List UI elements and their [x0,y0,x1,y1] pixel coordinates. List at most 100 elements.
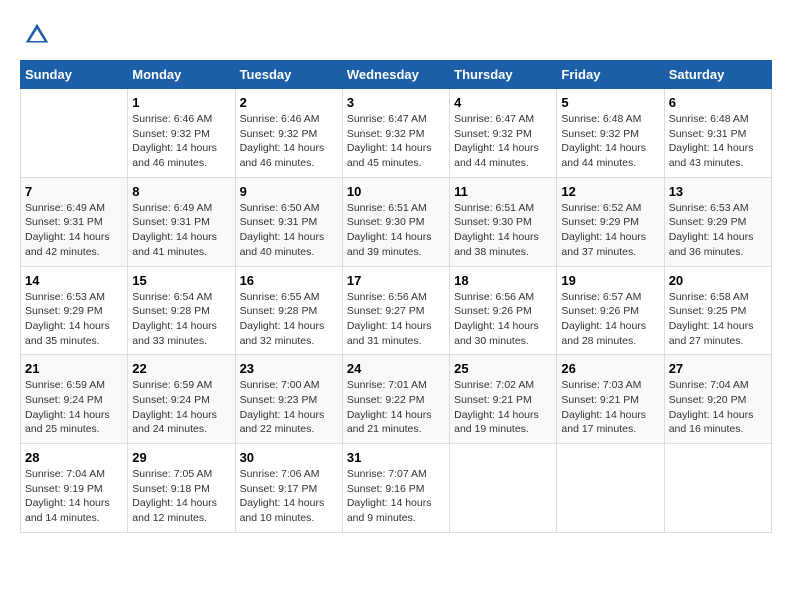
calendar-cell: 23 Sunrise: 7:00 AM Sunset: 9:23 PM Dayli… [235,355,342,444]
calendar-table: SundayMondayTuesdayWednesdayThursdayFrid… [20,60,772,533]
day-number: 28 [25,450,123,465]
cell-info: Sunrise: 6:51 AM Sunset: 9:30 PM Dayligh… [454,201,552,260]
calendar-cell: 8 Sunrise: 6:49 AM Sunset: 9:31 PM Daylig… [128,177,235,266]
day-number: 15 [132,273,230,288]
calendar-cell: 22 Sunrise: 6:59 AM Sunset: 9:24 PM Dayli… [128,355,235,444]
day-number: 27 [669,361,767,376]
calendar-week-row: 7 Sunrise: 6:49 AM Sunset: 9:31 PM Daylig… [21,177,772,266]
day-number: 1 [132,95,230,110]
cell-info: Sunrise: 7:01 AM Sunset: 9:22 PM Dayligh… [347,378,445,437]
cell-info: Sunrise: 7:05 AM Sunset: 9:18 PM Dayligh… [132,467,230,526]
calendar-cell: 13 Sunrise: 6:53 AM Sunset: 9:29 PM Dayli… [664,177,771,266]
calendar-header: SundayMondayTuesdayWednesdayThursdayFrid… [21,61,772,89]
day-number: 13 [669,184,767,199]
calendar-body: 1 Sunrise: 6:46 AM Sunset: 9:32 PM Daylig… [21,89,772,533]
calendar-cell: 29 Sunrise: 7:05 AM Sunset: 9:18 PM Dayli… [128,444,235,533]
cell-info: Sunrise: 6:53 AM Sunset: 9:29 PM Dayligh… [669,201,767,260]
cell-info: Sunrise: 6:49 AM Sunset: 9:31 PM Dayligh… [25,201,123,260]
calendar-cell: 10Sunrise: 6:51 AM Sunset: 9:30 PM Dayli… [342,177,449,266]
calendar-cell [664,444,771,533]
logo [20,20,52,50]
cell-info: Sunrise: 6:58 AM Sunset: 9:25 PM Dayligh… [669,290,767,349]
day-number: 29 [132,450,230,465]
calendar-week-row: 21Sunrise: 6:59 AM Sunset: 9:24 PM Dayli… [21,355,772,444]
cell-info: Sunrise: 6:55 AM Sunset: 9:28 PM Dayligh… [240,290,338,349]
day-number: 26 [561,361,659,376]
cell-info: Sunrise: 6:47 AM Sunset: 9:32 PM Dayligh… [347,112,445,171]
header-day: Sunday [21,61,128,89]
calendar-cell: 15 Sunrise: 6:54 AM Sunset: 9:28 PM Dayli… [128,266,235,355]
day-number: 31 [347,450,445,465]
header-day: Friday [557,61,664,89]
cell-info: Sunrise: 7:04 AM Sunset: 9:20 PM Dayligh… [669,378,767,437]
cell-info: Sunrise: 7:00 AM Sunset: 9:23 PM Dayligh… [240,378,338,437]
cell-info: Sunrise: 7:04 AM Sunset: 9:19 PM Dayligh… [25,467,123,526]
day-number: 11 [454,184,552,199]
header-day: Saturday [664,61,771,89]
cell-info: Sunrise: 6:48 AM Sunset: 9:32 PM Dayligh… [561,112,659,171]
calendar-cell: 20 Sunrise: 6:58 AM Sunset: 9:25 PM Dayli… [664,266,771,355]
day-number: 5 [561,95,659,110]
calendar-cell: 24Sunrise: 7:01 AM Sunset: 9:22 PM Dayli… [342,355,449,444]
cell-info: Sunrise: 7:07 AM Sunset: 9:16 PM Dayligh… [347,467,445,526]
calendar-cell: 1 Sunrise: 6:46 AM Sunset: 9:32 PM Daylig… [128,89,235,178]
day-number: 23 [240,361,338,376]
header-day: Tuesday [235,61,342,89]
calendar-cell: 30 Sunrise: 7:06 AM Sunset: 9:17 PM Dayli… [235,444,342,533]
calendar-week-row: 28 Sunrise: 7:04 AM Sunset: 9:19 PM Dayli… [21,444,772,533]
calendar-cell: 4 Sunrise: 6:47 AM Sunset: 9:32 PM Daylig… [450,89,557,178]
day-number: 6 [669,95,767,110]
calendar-cell: 12 Sunrise: 6:52 AM Sunset: 9:29 PM Dayli… [557,177,664,266]
day-number: 17 [347,273,445,288]
calendar-cell: 5 Sunrise: 6:48 AM Sunset: 9:32 PM Daylig… [557,89,664,178]
calendar-cell: 7 Sunrise: 6:49 AM Sunset: 9:31 PM Daylig… [21,177,128,266]
day-number: 12 [561,184,659,199]
day-number: 7 [25,184,123,199]
header-day: Thursday [450,61,557,89]
day-number: 14 [25,273,123,288]
calendar-cell: 9 Sunrise: 6:50 AM Sunset: 9:31 PM Daylig… [235,177,342,266]
day-number: 2 [240,95,338,110]
header-day: Wednesday [342,61,449,89]
calendar-cell: 11 Sunrise: 6:51 AM Sunset: 9:30 PM Dayli… [450,177,557,266]
calendar-cell: 31 Sunrise: 7:07 AM Sunset: 9:16 PM Dayli… [342,444,449,533]
calendar-cell: 28 Sunrise: 7:04 AM Sunset: 9:19 PM Dayli… [21,444,128,533]
calendar-cell: 25Sunrise: 7:02 AM Sunset: 9:21 PM Dayli… [450,355,557,444]
day-number: 3 [347,95,445,110]
cell-info: Sunrise: 7:06 AM Sunset: 9:17 PM Dayligh… [240,467,338,526]
day-number: 4 [454,95,552,110]
calendar-cell: 27 Sunrise: 7:04 AM Sunset: 9:20 PM Dayli… [664,355,771,444]
day-number: 16 [240,273,338,288]
cell-info: Sunrise: 6:54 AM Sunset: 9:28 PM Dayligh… [132,290,230,349]
calendar-cell [557,444,664,533]
cell-info: Sunrise: 6:47 AM Sunset: 9:32 PM Dayligh… [454,112,552,171]
calendar-cell: 3 Sunrise: 6:47 AM Sunset: 9:32 PM Daylig… [342,89,449,178]
day-number: 8 [132,184,230,199]
cell-info: Sunrise: 6:57 AM Sunset: 9:26 PM Dayligh… [561,290,659,349]
day-number: 22 [132,361,230,376]
calendar-cell [450,444,557,533]
page-header [20,20,772,50]
cell-info: Sunrise: 6:50 AM Sunset: 9:31 PM Dayligh… [240,201,338,260]
cell-info: Sunrise: 6:49 AM Sunset: 9:31 PM Dayligh… [132,201,230,260]
cell-info: Sunrise: 6:46 AM Sunset: 9:32 PM Dayligh… [132,112,230,171]
day-number: 25 [454,361,552,376]
calendar-cell: 6Sunrise: 6:48 AM Sunset: 9:31 PM Daylig… [664,89,771,178]
calendar-cell: 21Sunrise: 6:59 AM Sunset: 9:24 PM Dayli… [21,355,128,444]
cell-info: Sunrise: 6:53 AM Sunset: 9:29 PM Dayligh… [25,290,123,349]
day-number: 9 [240,184,338,199]
day-number: 20 [669,273,767,288]
cell-info: Sunrise: 6:52 AM Sunset: 9:29 PM Dayligh… [561,201,659,260]
calendar-cell: 16 Sunrise: 6:55 AM Sunset: 9:28 PM Dayli… [235,266,342,355]
logo-icon [22,20,52,50]
calendar-cell: 14 Sunrise: 6:53 AM Sunset: 9:29 PM Dayli… [21,266,128,355]
cell-info: Sunrise: 6:56 AM Sunset: 9:26 PM Dayligh… [454,290,552,349]
cell-info: Sunrise: 6:59 AM Sunset: 9:24 PM Dayligh… [132,378,230,437]
day-number: 19 [561,273,659,288]
day-number: 18 [454,273,552,288]
header-day: Monday [128,61,235,89]
calendar-cell: 26Sunrise: 7:03 AM Sunset: 9:21 PM Dayli… [557,355,664,444]
cell-info: Sunrise: 6:59 AM Sunset: 9:24 PM Dayligh… [25,378,123,437]
day-number: 30 [240,450,338,465]
day-number: 10 [347,184,445,199]
